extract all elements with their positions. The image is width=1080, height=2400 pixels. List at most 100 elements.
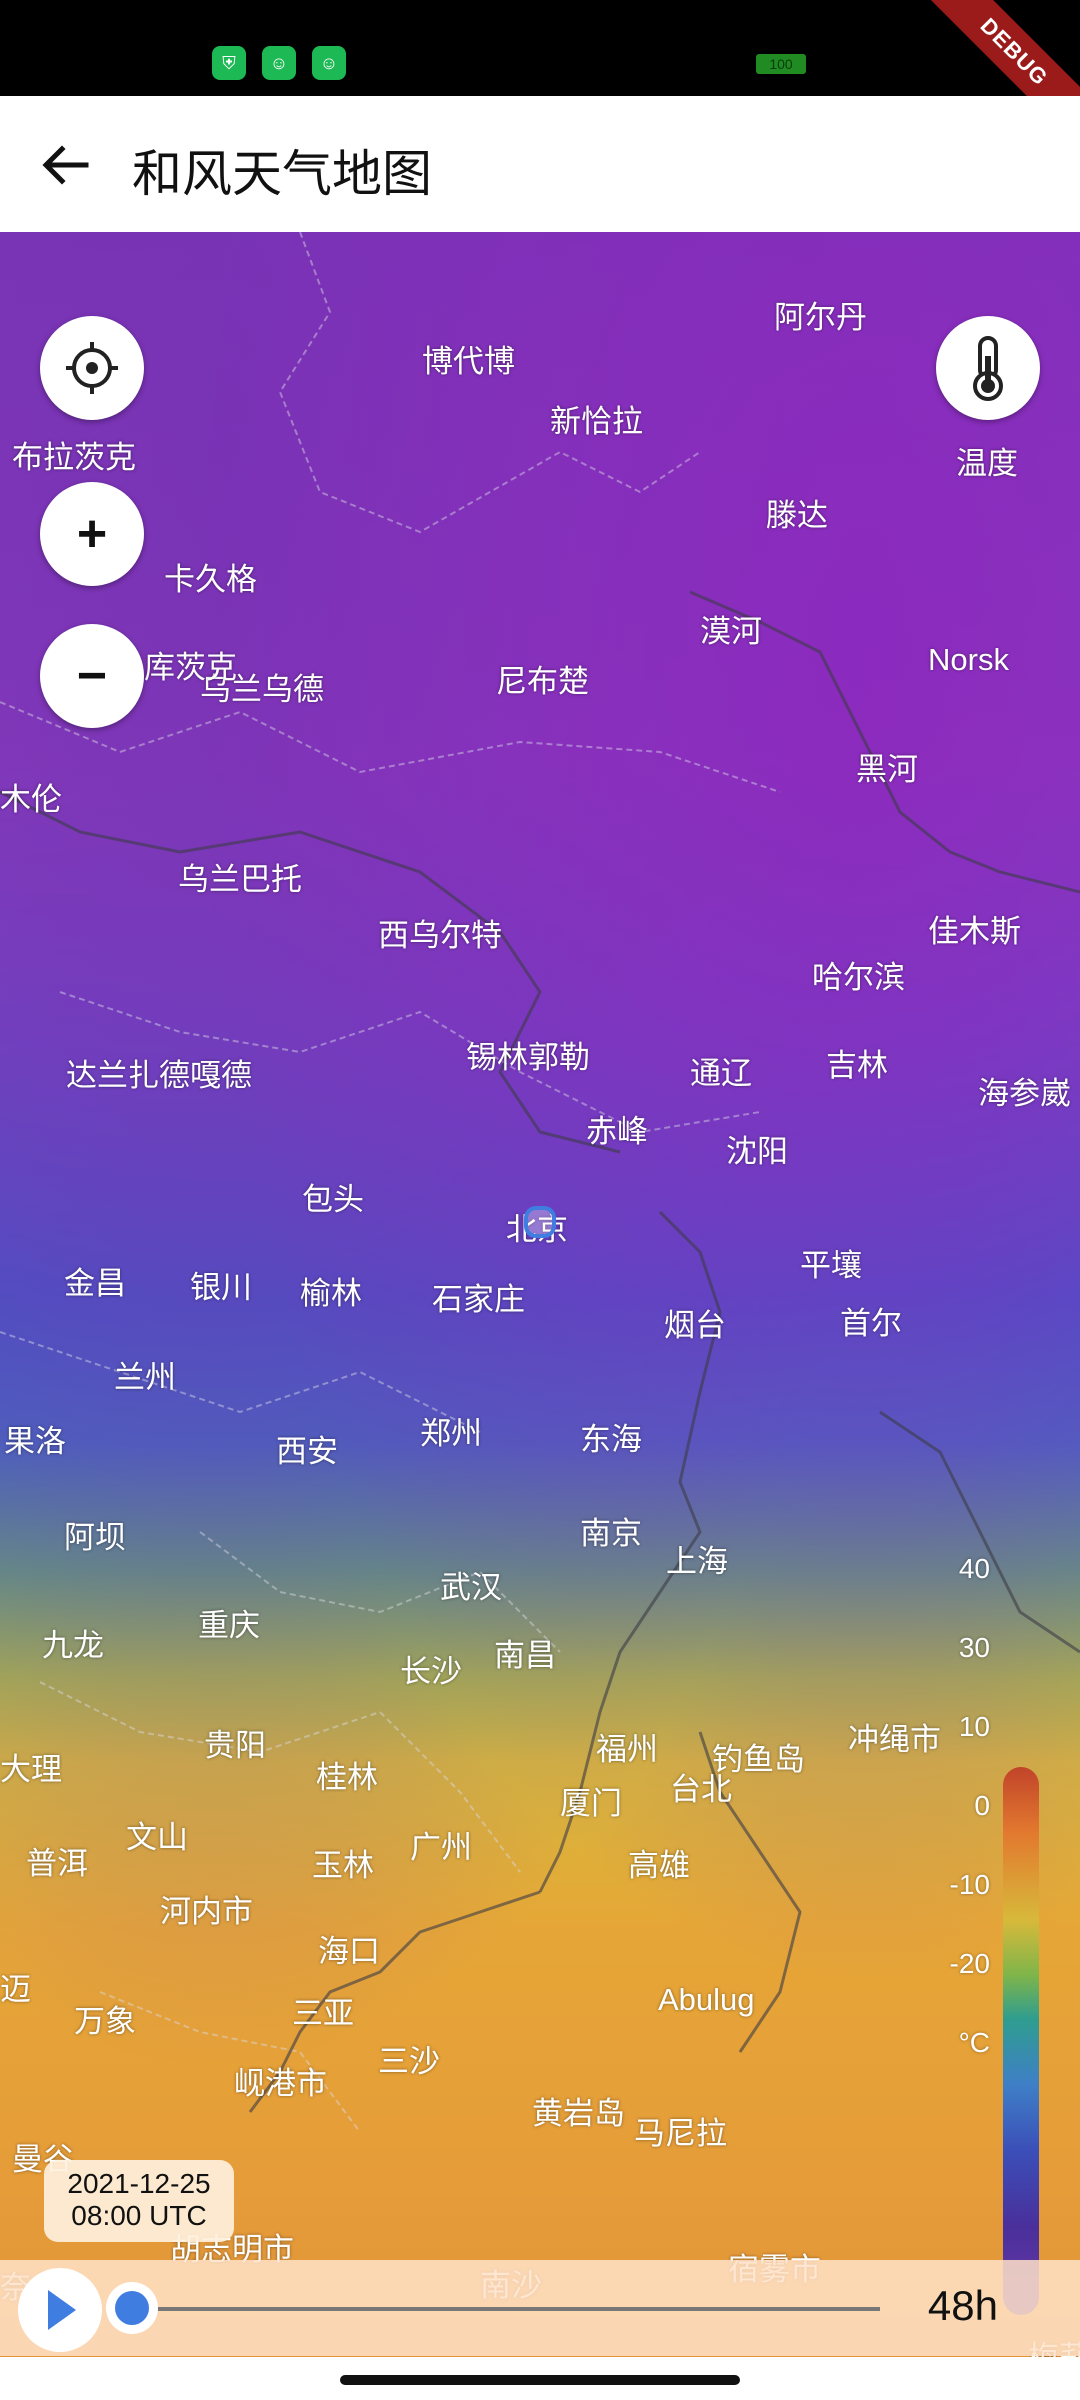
- map-label: 滕达: [766, 498, 828, 533]
- map-label: 大理: [0, 1752, 62, 1787]
- map-label: 木伦: [0, 782, 62, 817]
- map-label: 桂林: [316, 1760, 378, 1795]
- map-label: 九龙: [42, 1628, 104, 1663]
- map-label: 库茨克: [144, 650, 237, 685]
- map-label: 西乌尔特: [378, 918, 502, 953]
- legend-tick: 30: [958, 1632, 990, 1663]
- map-label: 榆林: [300, 1276, 362, 1311]
- map-label: 哈尔滨: [812, 960, 905, 995]
- timeline-bar: 48h: [0, 2260, 1080, 2356]
- map-label: 通辽: [690, 1056, 752, 1091]
- play-button[interactable]: [18, 2268, 102, 2352]
- map-label: 果洛: [4, 1424, 66, 1459]
- map-label: 黄岩岛: [532, 2096, 625, 2131]
- home-gesture-handle[interactable]: [340, 2375, 740, 2385]
- map-label: 万象: [74, 2004, 136, 2039]
- map-label: 黑河: [856, 752, 918, 787]
- time-badge-date: 2021-12-25: [67, 2168, 211, 2199]
- legend-tick: -10: [949, 1869, 990, 1900]
- legend-tick: -20: [949, 1948, 990, 1979]
- zoom-out-button[interactable]: −: [40, 624, 144, 728]
- map-label: 赤峰: [586, 1114, 648, 1149]
- weather-map[interactable]: 阿尔丹 博代博 新恰拉 滕达 卡久格 乌兰乌德 库茨克 尼布楚 漠河 Norsk…: [0, 232, 1080, 2357]
- android-app-icon: ☺: [262, 46, 296, 80]
- back-arrow-icon[interactable]: [38, 138, 92, 192]
- map-label: 三沙: [378, 2044, 440, 2079]
- map-borders: [0, 232, 1080, 2133]
- map-label: 郑州: [420, 1416, 482, 1451]
- zoom-in-button[interactable]: +: [40, 482, 144, 586]
- map-label: 南昌: [494, 1638, 556, 1673]
- map-label: 石家庄: [432, 1282, 525, 1317]
- map-label: 吉林: [826, 1048, 888, 1083]
- map-label: 锡林郭勒: [466, 1040, 590, 1075]
- map-label: 平壤: [800, 1248, 862, 1283]
- map-label: 台北: [670, 1772, 732, 1807]
- crosshair-icon: [66, 342, 118, 394]
- map-label: 马尼拉: [634, 2116, 727, 2151]
- page-title: 和风天气地图: [132, 146, 432, 202]
- map-label: 文山: [126, 1820, 188, 1855]
- minus-icon: −: [76, 647, 108, 705]
- map-label: 阿尔丹: [774, 300, 867, 335]
- map-label: 达兰扎德嘎德: [66, 1058, 252, 1093]
- map-label: 上海: [666, 1544, 728, 1579]
- thermometer-icon: [973, 336, 1003, 401]
- system-nav-bar: [0, 2357, 1080, 2400]
- layer-label: 温度: [956, 446, 1018, 481]
- map-label: 尼布楚: [496, 664, 589, 699]
- map-label: 兰州: [114, 1360, 176, 1395]
- plus-icon: +: [76, 505, 108, 563]
- map-label: 迈: [0, 1972, 31, 2007]
- map-label: 岘港市: [234, 2066, 327, 2101]
- map-label: 沈阳: [726, 1134, 788, 1169]
- status-bar: ⛨ ☺ ☺ 100 DEBUG: [0, 0, 1080, 160]
- timeline-slider-thumb[interactable]: [106, 2282, 158, 2334]
- map-label: 海口: [318, 1934, 380, 1969]
- map-label: 首尔: [840, 1306, 902, 1341]
- legend-unit: °C: [958, 2027, 990, 2058]
- locate-button[interactable]: [40, 316, 144, 420]
- map-label: 长沙: [400, 1654, 462, 1689]
- time-badge-time: 08:00 UTC: [71, 2200, 207, 2231]
- map-label: 海参崴: [978, 1076, 1071, 1111]
- time-badge: 2021-12-25 08:00 UTC: [44, 2160, 234, 2242]
- map-label: 烟台: [664, 1308, 726, 1343]
- temperature-legend-bar: [1003, 1767, 1039, 2315]
- map-label: Abulug: [658, 1982, 755, 2017]
- battery-indicator: 100: [756, 54, 806, 74]
- legend-tick: 0: [974, 1790, 990, 1821]
- map-label: 南京: [580, 1516, 642, 1551]
- map-label: 卡久格: [164, 562, 257, 597]
- map-label: 重庆: [198, 1608, 260, 1643]
- map-label: 冲绳市: [848, 1722, 941, 1757]
- play-icon: [48, 2290, 76, 2330]
- android-app-icon: ☺: [312, 46, 346, 80]
- map-label: 厦门: [560, 1786, 622, 1821]
- map-label: 武汉: [440, 1570, 502, 1605]
- map-label: 佳木斯: [928, 914, 1021, 949]
- map-label: 福州: [596, 1732, 658, 1767]
- map-label: 包头: [302, 1182, 364, 1217]
- map-label: 金昌: [64, 1266, 126, 1301]
- map-label: 阿坝: [64, 1520, 126, 1555]
- map-label: 玉林: [312, 1848, 374, 1883]
- map-label: 漠河: [700, 614, 762, 649]
- layer-temperature-button[interactable]: [936, 316, 1040, 420]
- map-label: 博代博: [422, 344, 515, 379]
- locate-label: 布拉茨克: [12, 440, 136, 475]
- map-label: 乌兰巴托: [178, 862, 302, 897]
- map-label: 新恰拉: [550, 404, 643, 439]
- map-label: 西安: [276, 1434, 338, 1469]
- map-label: 广州: [410, 1830, 472, 1865]
- app-bar: 和风天气地图: [0, 96, 1080, 232]
- map-label: 高雄: [628, 1848, 690, 1883]
- forecast-hours: 48h: [927, 2282, 998, 2329]
- map-label: 河内市: [160, 1894, 253, 1929]
- shield-app-icon: ⛨: [212, 46, 246, 80]
- map-label: 东海: [580, 1422, 642, 1457]
- timeline-slider-track[interactable]: [150, 2307, 880, 2311]
- map-label: Norsk: [928, 642, 1009, 677]
- map-label: 普洱: [26, 1846, 88, 1881]
- map-label: 贵阳: [204, 1728, 266, 1763]
